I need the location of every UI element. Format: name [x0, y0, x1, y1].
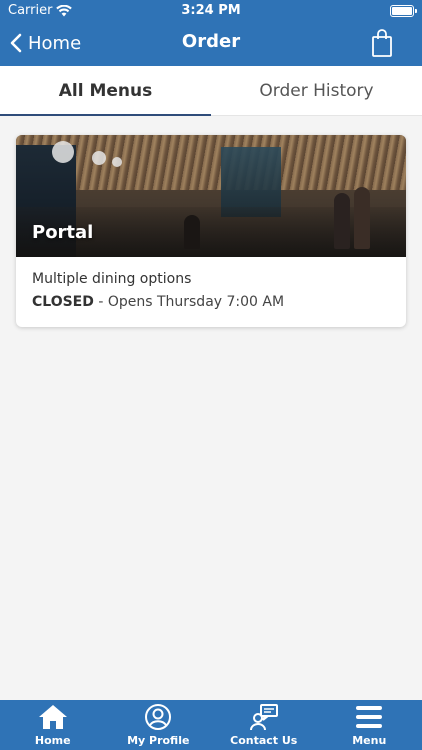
- location-card[interactable]: Portal Multiple dining options CLOSED - …: [16, 135, 406, 327]
- tab-label: All Menus: [58, 80, 153, 101]
- page-title: Order: [181, 31, 241, 52]
- bottom-nav-contact[interactable]: Contact Us: [211, 700, 317, 750]
- tab-all-menus[interactable]: All Menus: [0, 66, 211, 116]
- contact-icon: [248, 703, 280, 731]
- location-photo: Portal: [16, 135, 406, 257]
- tab-label: Order History: [259, 80, 374, 101]
- bottom-nav-label: My Profile: [127, 734, 190, 747]
- menu-icon: [353, 703, 385, 731]
- bottom-nav-home[interactable]: Home: [0, 700, 106, 750]
- bottom-nav-label: Contact Us: [230, 734, 298, 747]
- status-badge: CLOSED: [32, 294, 94, 310]
- card-body: Multiple dining options CLOSED - Opens T…: [16, 257, 406, 324]
- bottom-nav-profile[interactable]: My Profile: [106, 700, 212, 750]
- bottom-nav-label: Home: [34, 734, 71, 747]
- tab-order-history[interactable]: Order History: [211, 66, 422, 115]
- location-name: Portal: [32, 222, 94, 243]
- app-header: Carrier 3:24 PM Home Order: [0, 0, 422, 66]
- photo-person: [354, 187, 370, 249]
- location-description: Multiple dining options: [32, 271, 192, 287]
- shopping-bag-icon: [372, 29, 392, 57]
- home-icon: [37, 703, 69, 731]
- location-status: CLOSED - Opens Thursday 7:00 AM: [32, 294, 390, 310]
- tab-bar: All Menus Order History: [0, 66, 422, 116]
- bottom-nav-menu[interactable]: Menu: [317, 700, 422, 750]
- photo-person: [184, 215, 200, 249]
- bottom-nav-label: Menu: [352, 734, 387, 747]
- photo-person: [334, 193, 350, 249]
- status-time: 3:24 PM: [181, 3, 241, 18]
- battery-icon: [390, 5, 417, 17]
- profile-icon: [142, 703, 174, 731]
- photo-light: [112, 157, 122, 167]
- photo-light: [52, 141, 74, 163]
- cart-button[interactable]: [370, 28, 394, 58]
- status-bar: Carrier 3:24 PM: [0, 0, 422, 22]
- nav-bar: Home Order: [0, 22, 422, 66]
- bottom-nav: Home My Profile Contact Us Menu: [0, 700, 422, 750]
- status-detail: - Opens Thursday 7:00 AM: [93, 294, 285, 310]
- photo-light: [92, 151, 106, 165]
